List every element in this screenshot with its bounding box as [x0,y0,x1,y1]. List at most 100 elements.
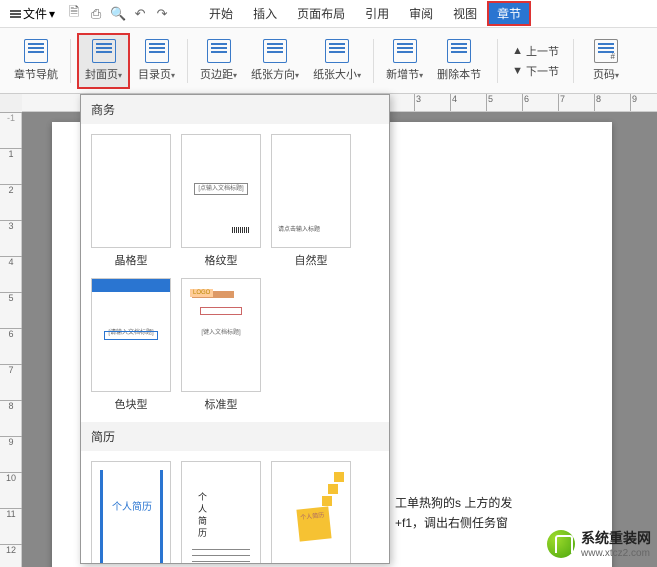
ruler-tick: 1 [0,148,22,159]
template-简约型[interactable]: 个人简历简约型 [91,461,171,563]
qa-print-icon[interactable]: ⎙ [87,5,105,23]
doc-icon [393,39,417,63]
ruler-tick: 11 [0,508,22,519]
tab-页面布局[interactable]: 页面布局 [287,1,355,26]
tab-bar: 开始插入页面布局引用审阅视图章节 [199,1,531,26]
template-thumbnail: [点输入文档标题] [181,134,261,248]
qa-preview-icon[interactable]: 🔍 [109,5,127,23]
ribbon-separator [497,39,498,83]
template-caption: 晶格型 [115,252,148,268]
ribbon-新增节-button[interactable]: 新增节▾ [380,33,429,89]
prev-section-button[interactable]: ▲上一节 [508,42,563,60]
ribbon-separator [70,39,71,83]
template-thumbnail: [请输入文档标题] [91,278,171,392]
ruler-tick: 10 [0,472,22,483]
ribbon-separator [373,39,374,83]
dropdown-section-header: 简历 [81,422,389,451]
template-caption: 标准型 [205,396,238,412]
ruler-tick: 7 [0,364,22,375]
ribbon: 章节导航封面页▾目录页▾ 页边距▾纸张方向▾纸张大小▾ 新增节▾删除本节 ▲上一节 … [0,28,657,94]
watermark-title: 系统重装网 [581,530,651,546]
ribbon-纸张方向-button[interactable]: 纸张方向▾ [245,33,305,89]
doc-icon [92,39,116,63]
cover-page-dropdown[interactable]: 商务晶格型[点输入文档标题]格纹型请点击输入标题自然型[请输入文档标题]色块型[… [80,94,390,564]
template-caption: 色块型 [115,396,148,412]
ruler-tick: 3 [414,94,421,112]
ruler-tick: 2 [0,184,22,195]
ruler-tick: 8 [594,94,601,112]
watermark-logo-icon [547,530,575,558]
template-设计型[interactable]: 个人简历设计型 [271,461,351,563]
tab-章节[interactable]: 章节 [487,1,531,26]
ruler-tick: 5 [0,292,22,303]
ribbon-separator [573,39,574,83]
ribbon-separator [187,39,188,83]
chevron-down-icon: ▾ [419,71,423,80]
ruler-tick: -1 [0,112,22,123]
next-section-button[interactable]: ▼下一节 [508,62,563,80]
template-caption: 格纹型 [205,252,238,268]
template-晶格型[interactable]: 晶格型 [91,134,171,268]
file-menu[interactable]: 文件 ▾ [4,3,61,24]
ribbon-页边距-button[interactable]: 页边距▾ [194,33,243,89]
ruler-tick: 4 [450,94,457,112]
ruler-tick: 3 [0,220,22,231]
dropdown-scroll[interactable]: 商务晶格型[点输入文档标题]格纹型请点击输入标题自然型[请输入文档标题]色块型[… [81,95,389,563]
ribbon-章节导航-button[interactable]: 章节导航 [8,33,64,89]
doc-icon [207,39,231,63]
template-格纹型[interactable]: [点输入文档标题] 格纹型 [181,134,261,268]
watermark: 系统重装网 www.xtcz2.com [547,528,651,559]
up-arrow-icon: ▲ [512,45,523,57]
doc-icon [24,39,48,63]
ruler-tick: 6 [522,94,529,112]
template-色块型[interactable]: [请输入文档标题] 色块型 [91,278,171,412]
tab-开始[interactable]: 开始 [199,1,243,26]
section-nav-stack: ▲上一节 ▼下一节 [508,42,563,80]
hamburger-icon [10,9,21,19]
ruler-tick: 6 [0,328,22,339]
ribbon-删除本节-button[interactable]: 删除本节 [431,33,487,89]
dropdown-section-header: 商务 [81,95,389,124]
template-thumbnail: 个人简历 [181,461,261,563]
template-grid: 晶格型 [点输入文档标题] 格纹型 请点击输入标题自然型 [请输入文档标题] 色块型 [键入… [81,124,389,422]
doc-icon [145,39,169,63]
ruler-tick: 8 [0,400,22,411]
watermark-url: www.xtcz2.com [581,548,651,559]
menubar: 文件 ▾ 🗎 ⎙ 🔍 ↶ ↷ 开始插入页面布局引用审阅视图章节 [0,0,657,28]
page-number-icon: # [594,39,618,63]
tab-引用[interactable]: 引用 [355,1,399,26]
ruler-tick: 4 [0,256,22,267]
tab-审阅[interactable]: 审阅 [399,1,443,26]
ribbon-目录页-button[interactable]: 目录页▾ [132,33,181,89]
doc-icon [263,39,287,63]
chevron-down-icon: ▾ [171,71,175,80]
qa-save-icon[interactable]: 🗎 [65,5,83,23]
qa-redo-icon[interactable]: ↷ [153,5,171,23]
chevron-down-icon: ▾ [357,71,361,80]
chevron-down-icon: ▾ [49,7,55,21]
template-thumbnail [91,134,171,248]
page-number-button[interactable]: # 页码▾ [584,33,628,89]
chevron-down-icon: ▾ [118,71,122,80]
template-thumbnail: 请点击输入标题 [271,134,351,248]
template-黑白型[interactable]: 个人简历黑白型 [181,461,261,563]
ruler-tick: 9 [630,94,637,112]
down-arrow-icon: ▼ [512,65,523,77]
ruler-tick: 9 [0,436,22,447]
template-grid: 个人简历简约型个人简历黑白型个人简历设计型 [81,451,389,563]
template-自然型[interactable]: 请点击输入标题自然型 [271,134,351,268]
ruler-tick: 5 [486,94,493,112]
ribbon-封面页-button[interactable]: 封面页▾ [77,33,130,89]
tab-视图[interactable]: 视图 [443,1,487,26]
doc-icon [325,39,349,63]
chevron-down-icon: ▾ [615,71,619,80]
chevron-down-icon: ▾ [295,71,299,80]
ribbon-纸张大小-button[interactable]: 纸张大小▾ [307,33,367,89]
template-caption: 自然型 [295,252,328,268]
doc-icon [447,39,471,63]
qa-undo-icon[interactable]: ↶ [131,5,149,23]
tab-插入[interactable]: 插入 [243,1,287,26]
template-thumbnail: [键入文档标题]LOGO [181,278,261,392]
vertical-ruler[interactable]: -1123456789101112 [0,112,22,567]
template-标准型[interactable]: [键入文档标题]LOGO 标准型 [181,278,261,412]
